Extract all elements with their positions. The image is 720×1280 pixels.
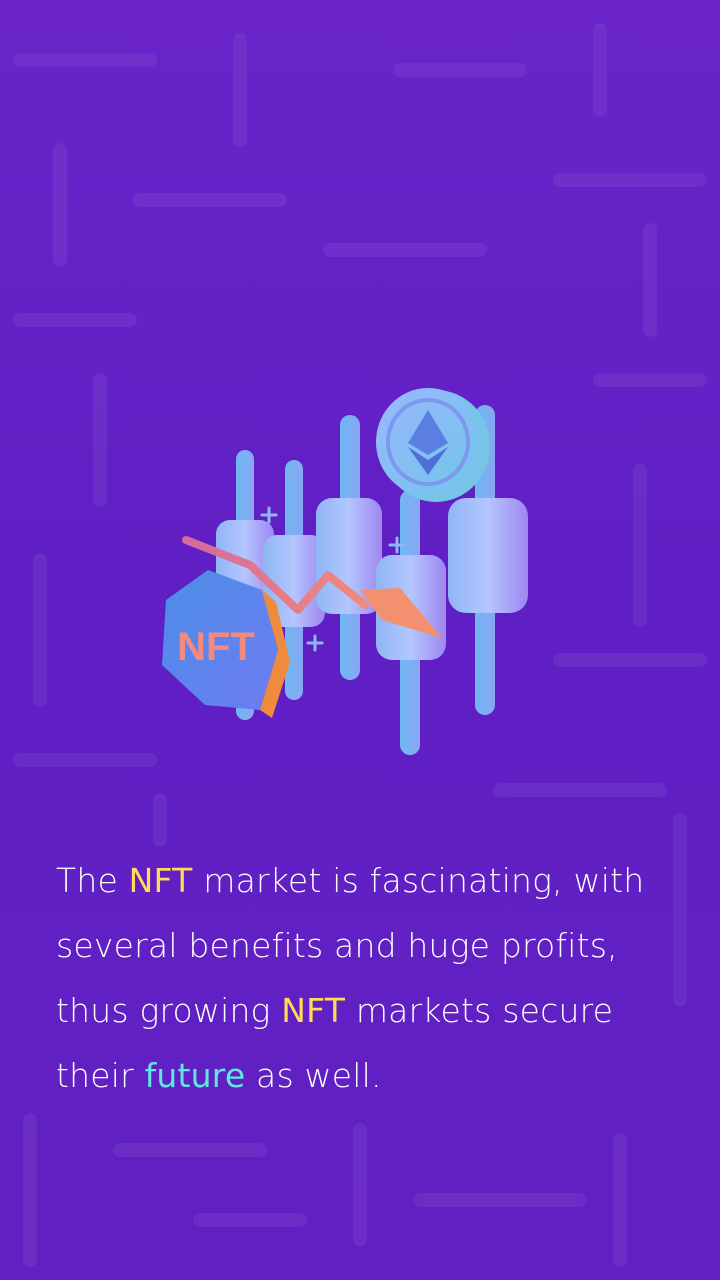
nft-highlight: NFT bbox=[128, 861, 193, 900]
info-message: The NFT market is fascinating, with seve… bbox=[56, 861, 645, 1095]
nft-market-illustration: NFT bbox=[162, 388, 528, 755]
coin bbox=[376, 388, 490, 502]
nft-highlight: NFT bbox=[281, 991, 346, 1030]
nft-badge-text: NFT bbox=[177, 625, 255, 669]
future-highlight: future bbox=[144, 1056, 246, 1095]
